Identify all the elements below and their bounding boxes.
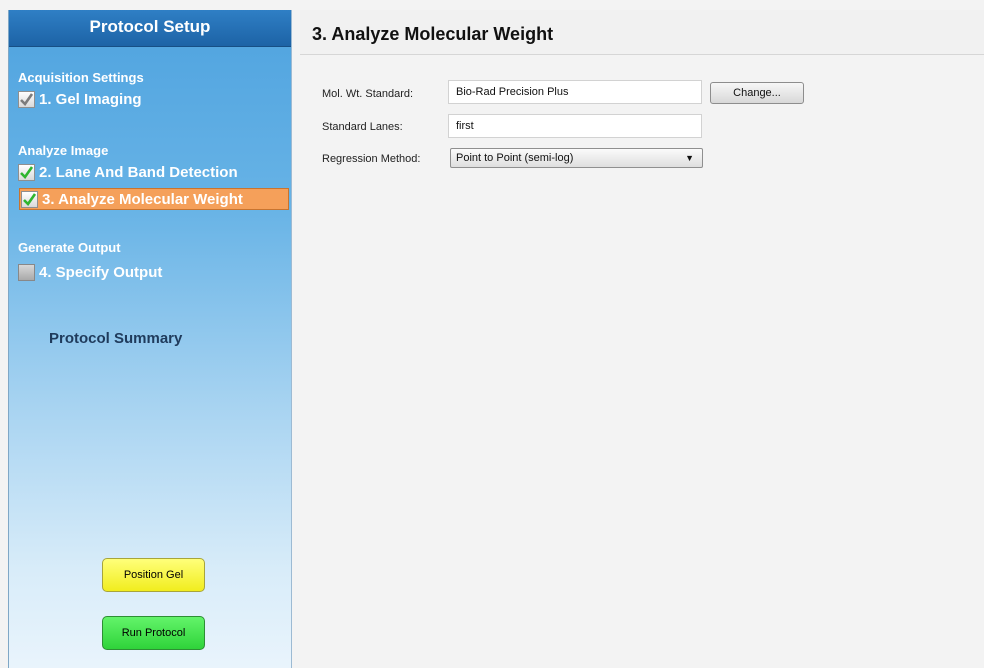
checkmark-icon	[20, 165, 34, 179]
checkbox-specify-output[interactable]	[18, 263, 35, 281]
position-gel-button[interactable]: Position Gel	[102, 558, 205, 592]
dropdown-arrow-icon: ▼	[685, 153, 694, 163]
step-lane-band-detection[interactable]: 2. Lane And Band Detection	[18, 161, 238, 183]
protocol-summary-label: Protocol Summary	[49, 330, 183, 347]
step-label: 1. Gel Imaging	[39, 90, 142, 108]
page-title: 3. Analyze Molecular Weight	[312, 24, 554, 44]
step-gel-imaging[interactable]: 1. Gel Imaging	[18, 88, 142, 110]
regression-method-label: Regression Method:	[322, 153, 421, 165]
standard-lanes-field[interactable]: first	[448, 114, 702, 138]
section-analyze-image: Analyze Image	[18, 143, 109, 158]
regression-method-value: Point to Point (semi-log)	[456, 152, 574, 164]
step-specify-output[interactable]: 4. Specify Output	[18, 261, 162, 283]
step-label: 2. Lane And Band Detection	[39, 163, 238, 181]
section-generate-output: Generate Output	[18, 240, 121, 255]
protocol-sidebar: Protocol Setup Acquisition Settings 1. G…	[8, 10, 292, 668]
run-protocol-button[interactable]: Run Protocol	[102, 616, 205, 650]
mol-wt-standard-label: Mol. Wt. Standard:	[322, 88, 414, 100]
checkbox-gel-imaging[interactable]	[18, 90, 35, 108]
change-button[interactable]: Change...	[710, 82, 804, 104]
section-acquisition-settings: Acquisition Settings	[18, 70, 144, 85]
sidebar-title: Protocol Setup	[9, 10, 291, 47]
checkbox-analyze-molecular-weight[interactable]	[21, 190, 38, 208]
step-label: 3. Analyze Molecular Weight	[42, 190, 243, 208]
mol-wt-standard-field[interactable]: Bio-Rad Precision Plus	[448, 80, 702, 104]
standard-lanes-label: Standard Lanes:	[322, 121, 403, 133]
checkmark-icon	[23, 192, 37, 206]
regression-method-select[interactable]: Point to Point (semi-log) ▼	[450, 148, 703, 168]
checkmark-icon	[20, 92, 34, 106]
step-analyze-molecular-weight[interactable]: 3. Analyze Molecular Weight	[19, 188, 289, 210]
step-label: 4. Specify Output	[39, 263, 163, 281]
main-header: 3. Analyze Molecular Weight	[300, 10, 984, 55]
checkbox-lane-band-detection[interactable]	[18, 163, 35, 181]
